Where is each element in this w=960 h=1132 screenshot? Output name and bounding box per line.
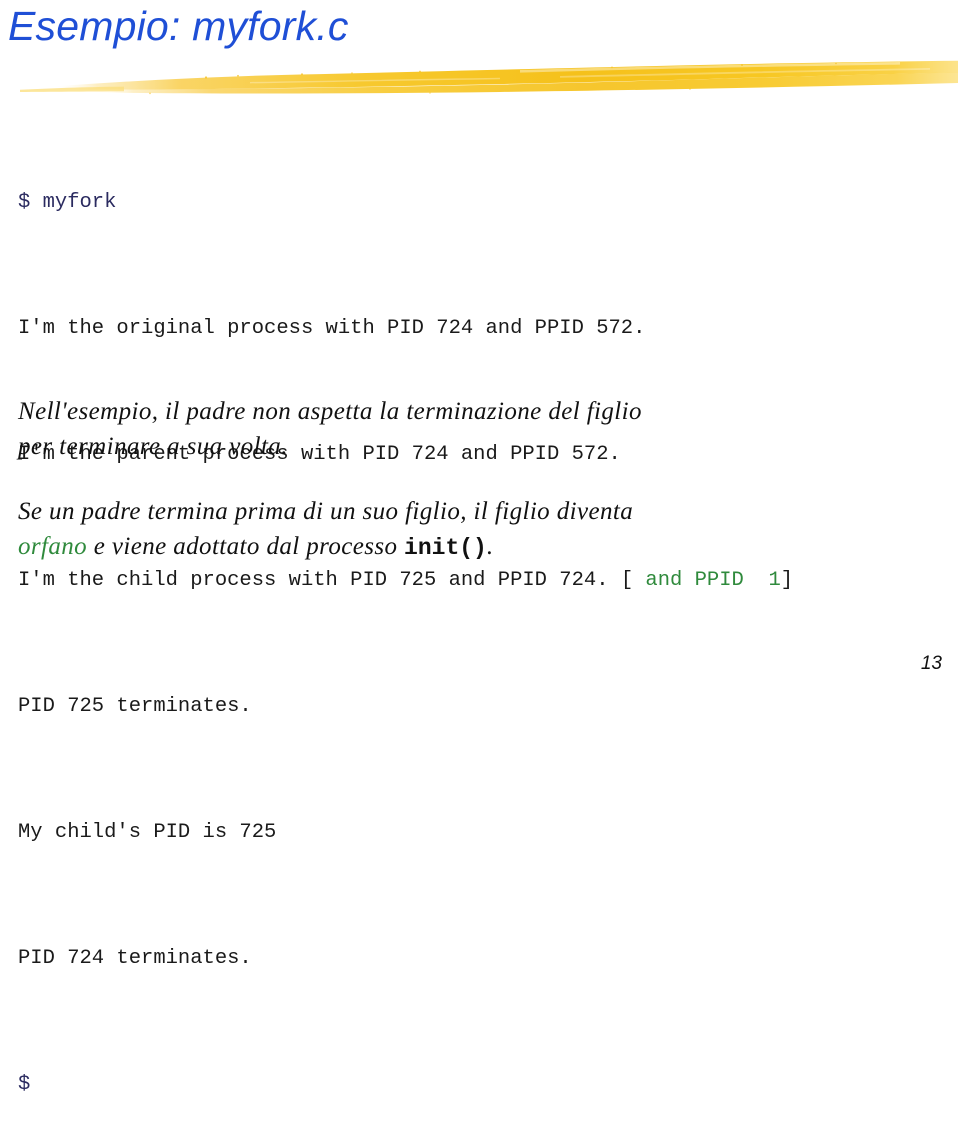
paragraph-one: Nell'esempio, il padre non aspetta la te… — [18, 394, 948, 464]
terminal-child-line-text: I'm the child process with PID 725 and P… — [18, 569, 621, 592]
terminal-output-line: PID 725 terminates. — [18, 695, 252, 718]
annotation-bracket-open: [ — [620, 569, 634, 592]
terminal-transcript: $ myfork I'm the original process with P… — [18, 124, 948, 1132]
terminal-output-line: PID 724 terminates. — [18, 947, 252, 970]
brush-stroke-divider — [0, 56, 960, 98]
paragraph-two: Se un padre termina prima di un suo figl… — [18, 494, 948, 566]
terminal-output-line: My child's PID is 725 — [18, 821, 277, 844]
highlighted-term-orfano: orfano — [18, 533, 88, 560]
annotation-bracket-close: ] — [780, 569, 794, 592]
paragraph-two-period: . — [486, 533, 494, 560]
inline-code-init: init() — [404, 535, 487, 561]
paragraph-one-line-one: Nell'esempio, il padre non aspetta la te… — [18, 398, 642, 425]
paragraph-two-line-one: Se un padre termina prima di un suo figl… — [18, 498, 634, 525]
body-text-block: Nell'esempio, il padre non aspetta la te… — [18, 394, 948, 566]
terminal-prompt-line: $ myfork — [18, 191, 117, 214]
page-title: Esempio: myfork.c — [8, 3, 349, 49]
paragraph-one-line-two: per terminare a sua volta. — [18, 433, 288, 460]
terminal-final-prompt: $ — [18, 1073, 31, 1096]
paragraph-two-text: e viene adottato dal processo — [87, 533, 405, 560]
terminal-output-line: I'm the original process with PID 724 an… — [18, 317, 646, 340]
terminal-child-line: I'm the child process with PID 725 and P… — [18, 565, 948, 597]
page-number: 13 — [920, 653, 942, 674]
annotation-text: and PPID 1 — [633, 569, 781, 592]
